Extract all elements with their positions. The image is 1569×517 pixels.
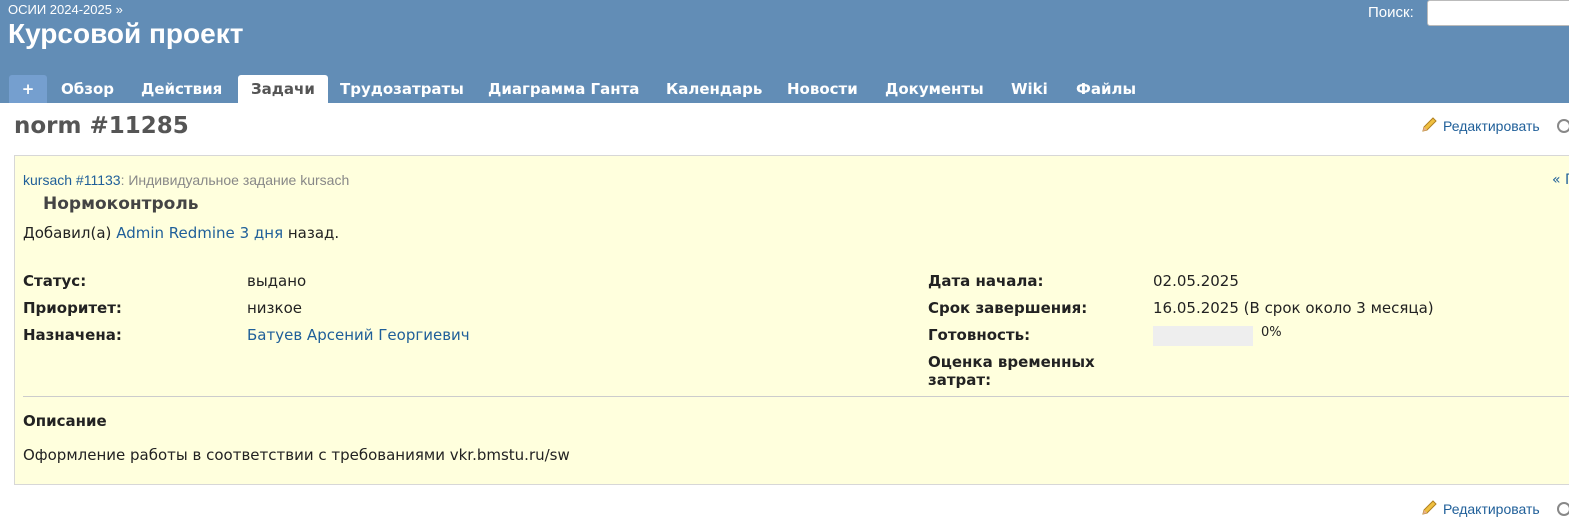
issue-details: kursach #11133: Индивидуальное задание k…	[14, 155, 1569, 485]
tab-news[interactable]: Новости	[774, 75, 871, 103]
parent-issue-subject: Индивидуальное задание kursach	[128, 172, 350, 188]
progress-value: 0%	[1261, 325, 1282, 340]
tab-time-entries[interactable]: Трудозатраты	[327, 75, 477, 103]
due-date-value: 16.05.2025 (В срок около 3 месяца)	[1153, 299, 1434, 317]
author-suffix: назад.	[287, 224, 340, 242]
issue-subject: Нормоконтроль	[43, 194, 199, 214]
parent-issue-link[interactable]: kursach #11133	[23, 172, 121, 188]
status-value: выдано	[247, 272, 307, 290]
priority-label: Приоритет:	[23, 299, 122, 317]
pencil-icon	[1422, 500, 1437, 515]
more-actions-icon[interactable]	[1557, 502, 1569, 516]
assignee-link[interactable]: Батуев Арсений Георгиевич	[247, 326, 470, 344]
estimate-label-line1: Оценка временных	[928, 353, 1095, 371]
priority-value: низкое	[247, 299, 302, 317]
start-date-label: Дата начала:	[928, 272, 1044, 290]
start-date-value: 02.05.2025	[1153, 272, 1239, 290]
page-title: norm #11285	[14, 113, 189, 139]
status-label: Статус:	[23, 272, 87, 290]
tab-calendar[interactable]: Календарь	[653, 75, 775, 103]
author-prefix: Добавил(а)	[23, 224, 112, 242]
top-header: ОСИИ 2024-2025 » Курсовой проект Поиск: …	[0, 0, 1569, 103]
new-object-button[interactable]: +	[9, 75, 47, 103]
tab-activity[interactable]: Действия	[128, 75, 235, 103]
breadcrumb[interactable]: ОСИИ 2024-2025 »	[8, 2, 123, 17]
main-menu: + Обзор Действия Задачи Трудозатраты Диа…	[0, 75, 1569, 103]
description-text: Оформление работы в соответствии с требо…	[23, 446, 570, 464]
assignee-label: Назначена:	[23, 326, 122, 344]
done-ratio-label: Готовность:	[928, 326, 1031, 344]
edit-label: Редактировать	[1443, 501, 1540, 517]
description-title: Описание	[23, 412, 107, 430]
search-label: Поиск:	[1368, 4, 1414, 21]
age-link[interactable]: 3 дня	[240, 224, 284, 242]
estimate-label-line2: затрат:	[928, 371, 992, 389]
progress-bar	[1153, 326, 1253, 346]
tab-gantt[interactable]: Диаграмма Ганта	[475, 75, 652, 103]
pencil-icon	[1422, 117, 1437, 132]
project-title: Курсовой проект	[8, 18, 244, 49]
search-input[interactable]	[1427, 0, 1569, 26]
tab-overview[interactable]: Обзор	[48, 75, 127, 103]
divider	[23, 396, 1569, 397]
tab-documents[interactable]: Документы	[872, 75, 997, 103]
edit-link-top[interactable]: Редактировать	[1420, 117, 1540, 134]
author-line: Добавил(а) Admin Redmine 3 дня назад.	[23, 224, 339, 242]
author-link[interactable]: Admin Redmine	[116, 224, 235, 242]
tab-issues[interactable]: Задачи	[238, 75, 328, 103]
previous-issue-link[interactable]: « П	[1552, 172, 1569, 188]
edit-link-bottom[interactable]: Редактировать	[1420, 500, 1540, 517]
edit-label: Редактировать	[1443, 118, 1540, 134]
tab-files[interactable]: Файлы	[1063, 75, 1149, 103]
tab-wiki[interactable]: Wiki	[998, 75, 1061, 103]
parent-issue-line: kursach #11133: Индивидуальное задание k…	[23, 172, 349, 188]
more-actions-icon[interactable]	[1557, 119, 1569, 133]
due-date-label: Срок завершения:	[928, 299, 1088, 317]
parent-separator: :	[120, 172, 125, 188]
